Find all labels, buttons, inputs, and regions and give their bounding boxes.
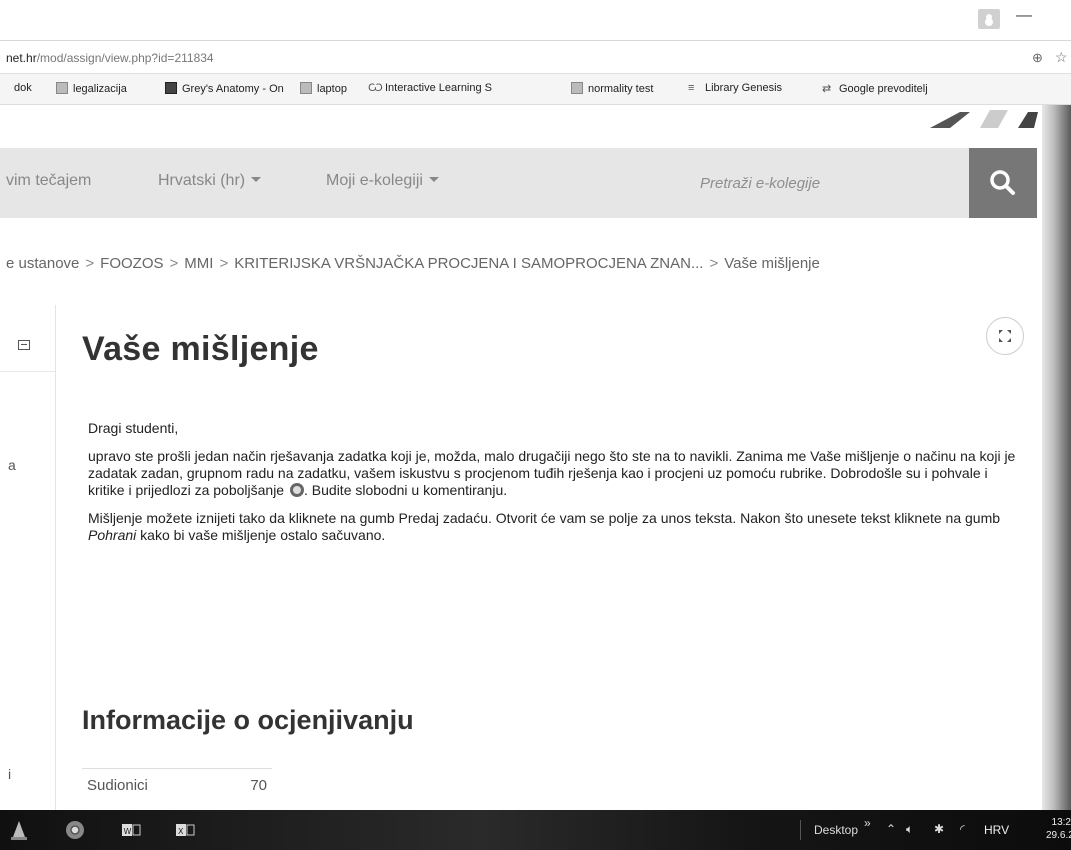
toolbar-overflow-chevron-icon[interactable]: » — [864, 816, 871, 830]
smiley-icon — [290, 483, 304, 497]
url-text[interactable]: net.hr/mod/assign/view.php?id=211834 — [6, 51, 214, 65]
caret-down-icon — [428, 177, 439, 182]
page-icon — [571, 82, 583, 94]
breadcrumb-item[interactable]: FOOZOS — [100, 255, 163, 272]
nav-item-label: vim tečajem — [6, 172, 92, 189]
dropbox-icon[interactable]: ✱ — [934, 822, 944, 836]
clock-time: 13:2 — [1051, 817, 1071, 828]
intro-greeting: Dragi studenti, — [88, 420, 179, 436]
instructions-text: kako bi vaše mišljenje ostalo sačuvano. — [136, 527, 386, 543]
vlc-icon[interactable] — [8, 819, 30, 841]
nav-item-course[interactable]: vim tečajem — [6, 172, 91, 190]
web-page: vim tečajem Hrvatski (hr) Moji e-kolegij… — [0, 105, 1071, 810]
show-hidden-icons-icon[interactable]: ⌃ — [886, 822, 896, 836]
page-icon — [300, 82, 312, 94]
nav-item-label: Moji e-kolegiji — [326, 172, 423, 189]
bookmark-label: Grey's Anatomy - On — [182, 83, 284, 95]
course-search-input[interactable] — [700, 170, 960, 196]
clock[interactable]: 13:2 29.6.2 — [1046, 816, 1071, 842]
bookmark-library-genesis[interactable]: ≡ Library Genesis — [688, 82, 782, 94]
page-icon — [56, 82, 68, 94]
sidebar-divider — [0, 371, 55, 372]
taskbar-separator — [800, 820, 801, 840]
breadcrumb-separator: > — [219, 255, 229, 272]
breadcrumb: e ustanove > FOOZOS > MMI > KRITERIJSKA VRŠNJA… — [6, 255, 820, 272]
address-bar[interactable]: net.hr/mod/assign/view.php?id=211834 ⊕ ☆ — [0, 43, 1071, 74]
desktop-toolbar-label[interactable]: Desktop — [814, 823, 858, 837]
nav-item-label: Hrvatski (hr) — [158, 172, 246, 189]
breadcrumb-separator: > — [169, 255, 179, 272]
bookmark-label: normality test — [588, 83, 654, 95]
search-icon — [990, 170, 1015, 195]
windows-taskbar: W X Desktop » ⌃ 🔈︎ ✱ ◜ HRV 13:2 29.6.2 — [0, 810, 1071, 850]
profile-icon[interactable] — [978, 9, 1000, 29]
bookmark-label: Library Genesis — [705, 82, 783, 94]
bookmark-label: laptop — [317, 83, 347, 95]
table-row: Sudionici 70 — [82, 768, 272, 802]
w-logo-icon: Ѡ — [368, 82, 383, 94]
left-sidebar: a i — [0, 305, 56, 810]
fullscreen-toggle-button[interactable] — [986, 317, 1024, 355]
svg-text:W: W — [124, 827, 132, 836]
bookmark-interactive-learning[interactable]: Ѡ Interactive Learning S — [368, 82, 492, 94]
nav-item-language[interactable]: Hrvatski (hr) — [158, 172, 262, 190]
input-language-indicator[interactable]: HRV — [984, 823, 1009, 837]
bookmark-normality-test[interactable]: normality test — [571, 82, 653, 95]
bookmark-legalizacija[interactable]: legalizacija — [56, 82, 127, 95]
bookmark-label: dok — [14, 82, 32, 94]
intro-text: . Budite slobodni u komentiranju. — [304, 482, 508, 498]
book-icon: ≡ — [688, 82, 695, 94]
instructions-text: Mišljenje možete iznijeti tako da klikne… — [88, 510, 1001, 526]
bookmark-greys-anatomy[interactable]: Grey's Anatomy - On — [165, 82, 284, 95]
clock-date: 29.6.2 — [1046, 830, 1071, 841]
instructions-paragraph: Mišljenje možete iznijeti tako da klikne… — [88, 510, 1028, 544]
save-button-reference: Pohrani — [88, 527, 137, 543]
volume-icon[interactable]: 🔈︎ — [906, 822, 913, 837]
breadcrumb-item[interactable]: MMI — [184, 255, 213, 272]
table-cell-value: 70 — [220, 768, 272, 802]
grading-info-heading: Informacije o ocjenjivanju — [82, 705, 414, 735]
bookmark-dok[interactable]: dok — [14, 82, 32, 94]
breadcrumb-separator: > — [709, 255, 719, 272]
bookmark-star-icon[interactable]: ☆ — [1055, 49, 1068, 66]
bookmark-google-prevoditelj[interactable]: ⇄ Google prevoditelj — [822, 82, 928, 95]
intro-text: upravo ste prošli jedan način rješavanja… — [88, 448, 1016, 498]
minimize-button[interactable]: — — [1016, 7, 1032, 25]
bookmark-laptop[interactable]: laptop — [300, 82, 347, 95]
url-path: /mod/assign/view.php?id=211834 — [36, 51, 214, 65]
site-logo-art — [930, 110, 1038, 128]
translate-icon: ⇄ — [822, 83, 832, 95]
svg-text:X: X — [178, 827, 184, 836]
sidebar-text-fragment: a — [8, 457, 16, 473]
browser-titlebar: — — [0, 0, 1071, 41]
expand-icon — [999, 330, 1011, 342]
bookmark-label: Google prevoditelj — [839, 83, 928, 95]
bookmarks-bar: dok legalizacija Grey's Anatomy - On lap… — [0, 74, 1071, 105]
chrome-icon[interactable] — [64, 819, 86, 841]
nav-item-my-courses[interactable]: Moji e-kolegiji — [326, 172, 439, 190]
breadcrumb-separator: > — [85, 255, 95, 272]
background-window-edge — [1042, 105, 1071, 810]
wifi-icon[interactable]: ◜ — [960, 822, 965, 836]
collapse-block-icon[interactable] — [18, 340, 30, 350]
url-host: net.hr — [6, 51, 37, 65]
film-icon — [165, 82, 177, 94]
bookmark-label: legalizacija — [73, 83, 127, 95]
zoom-icon[interactable]: ⊕ — [1032, 50, 1043, 66]
breadcrumb-item[interactable]: e ustanove — [6, 255, 79, 272]
intro-paragraph: upravo ste prošli jedan način rješavanja… — [88, 448, 1028, 499]
page-title: Vaše mišljenje — [82, 330, 319, 368]
grading-summary-table: Sudionici 70 — [82, 768, 272, 802]
bookmark-label: Interactive Learning S — [385, 82, 493, 94]
breadcrumb-item[interactable]: KRITERIJSKA VRŠNJAČKA PROCJENA I SAMOPRO… — [234, 255, 703, 272]
assignment-intro: Dragi studenti, upravo ste prošli jedan … — [88, 420, 1028, 555]
table-cell-label: Sudionici — [82, 768, 221, 802]
excel-icon[interactable]: X — [174, 819, 196, 841]
top-navbar: vim tečajem Hrvatski (hr) Moji e-kolegij… — [0, 148, 1037, 218]
breadcrumb-current: Vaše mišljenje — [724, 255, 820, 272]
search-button[interactable] — [969, 148, 1037, 218]
caret-down-icon — [251, 177, 262, 182]
word-icon[interactable]: W — [120, 819, 142, 841]
sidebar-text-fragment: i — [8, 766, 12, 782]
